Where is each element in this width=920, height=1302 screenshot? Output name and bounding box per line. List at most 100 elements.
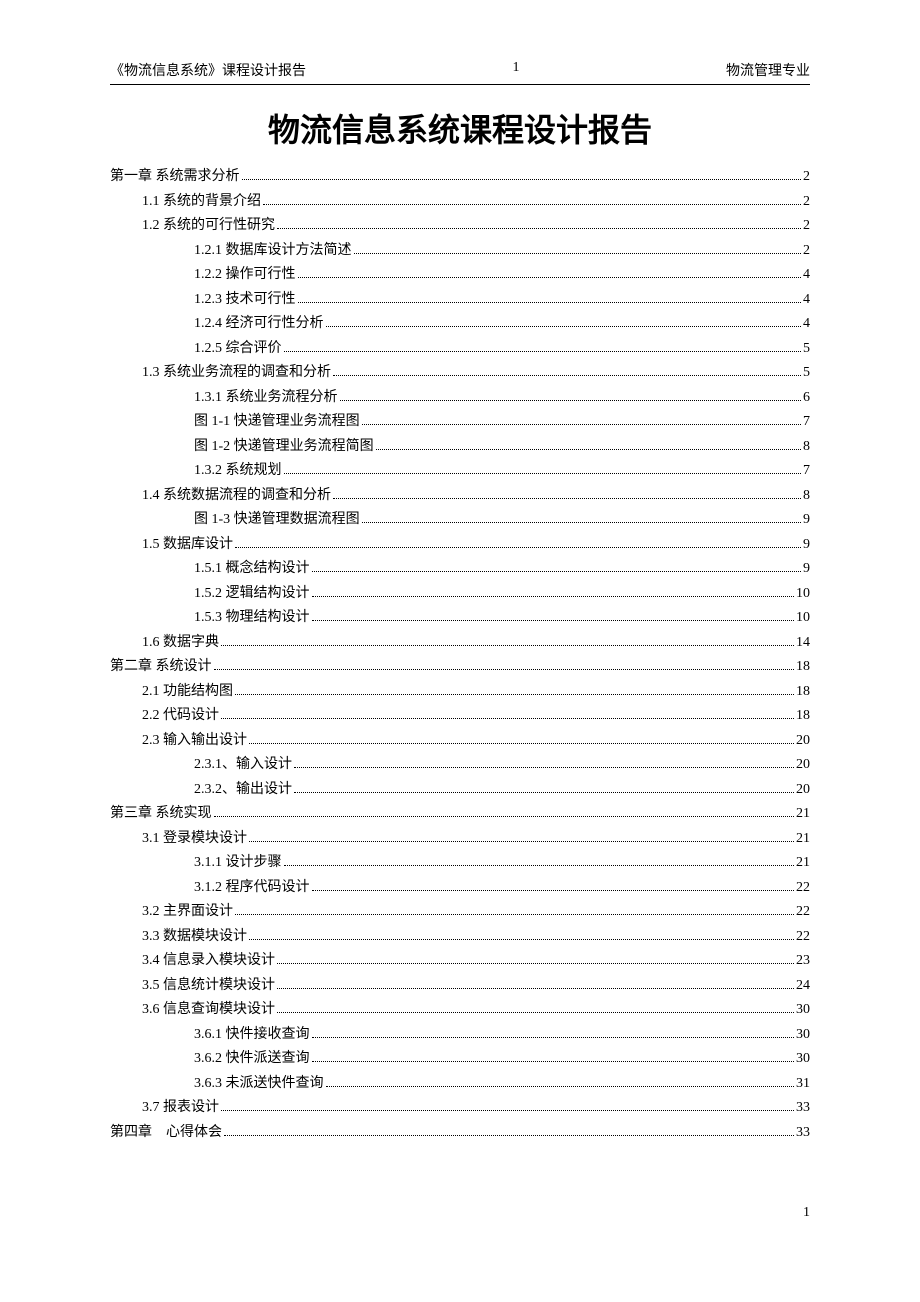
toc-leader-dots (214, 816, 795, 817)
toc-leader-dots (354, 253, 802, 254)
toc-entry-page: 22 (796, 925, 810, 950)
page-header: 《物流信息系统》课程设计报告 1 物流管理专业 (110, 60, 810, 85)
toc-leader-dots (242, 179, 802, 180)
toc-entry[interactable]: 图 1-1 快递管理业务流程图7 (110, 410, 810, 435)
toc-entry[interactable]: 1.2.4 经济可行性分析4 (110, 312, 810, 337)
toc-entry-page: 6 (803, 386, 810, 411)
toc-entry[interactable]: 1.1 系统的背景介绍2 (110, 190, 810, 215)
toc-entry[interactable]: 1.5.3 物理结构设计10 (110, 606, 810, 631)
toc-entry-page: 18 (796, 680, 810, 705)
toc-entry-page: 5 (803, 361, 810, 386)
toc-entry[interactable]: 1.3 系统业务流程的调查和分析5 (110, 361, 810, 386)
toc-entry-label: 图 1-2 快递管理业务流程简图 (194, 435, 374, 460)
toc-entry[interactable]: 3.6 信息查询模块设计30 (110, 998, 810, 1023)
toc-entry-page: 2 (803, 165, 810, 190)
toc-entry-label: 2.2 代码设计 (142, 704, 219, 729)
toc-entry-page: 21 (796, 827, 810, 852)
toc-entry-label: 3.1.2 程序代码设计 (194, 876, 310, 901)
toc-leader-dots (221, 1110, 794, 1111)
toc-entry-page: 10 (796, 606, 810, 631)
toc-leader-dots (326, 326, 802, 327)
toc-entry[interactable]: 3.1.1 设计步骤21 (110, 851, 810, 876)
toc-entry-page: 30 (796, 1047, 810, 1072)
toc-entry-page: 5 (803, 337, 810, 362)
toc-entry-label: 3.6.3 未派送快件查询 (194, 1072, 324, 1097)
toc-entry-page: 10 (796, 582, 810, 607)
footer-page-number: 1 (110, 1205, 810, 1221)
toc-entry-label: 图 1-1 快递管理业务流程图 (194, 410, 360, 435)
toc-leader-dots (249, 841, 794, 842)
toc-entry[interactable]: 第三章 系统实现21 (110, 802, 810, 827)
toc-leader-dots (298, 277, 802, 278)
toc-entry[interactable]: 2.2 代码设计18 (110, 704, 810, 729)
toc-leader-dots (235, 914, 794, 915)
toc-leader-dots (221, 718, 794, 719)
toc-entry[interactable]: 3.3 数据模块设计 22 (110, 925, 810, 950)
toc-entry-page: 22 (796, 876, 810, 901)
toc-entry[interactable]: 1.5.2 逻辑结构设计10 (110, 582, 810, 607)
toc-entry-label: 3.4 信息录入模块设计 (142, 949, 275, 974)
toc-leader-dots (284, 865, 795, 866)
toc-entry[interactable]: 1.2 系统的可行性研究2 (110, 214, 810, 239)
toc-entry[interactable]: 3.1 登录模块设计 21 (110, 827, 810, 852)
toc-entry-label: 1.2.3 技术可行性 (194, 288, 296, 313)
toc-entry-label: 3.2 主界面设计 (142, 900, 233, 925)
toc-entry[interactable]: 图 1-3 快递管理数据流程图9 (110, 508, 810, 533)
toc-entry[interactable]: 1.2.2 操作可行性4 (110, 263, 810, 288)
toc-entry-page: 24 (796, 974, 810, 999)
toc-entry-label: 1.2.2 操作可行性 (194, 263, 296, 288)
toc-entry[interactable]: 3.4 信息录入模块设计 23 (110, 949, 810, 974)
toc-entry[interactable]: 1.5 数据库设计9 (110, 533, 810, 558)
toc-entry[interactable]: 2.3.1、输入设计20 (110, 753, 810, 778)
toc-leader-dots (326, 1086, 795, 1087)
toc-entry[interactable]: 1.2.5 综合评价5 (110, 337, 810, 362)
toc-entry[interactable]: 1.4 系统数据流程的调查和分析8 (110, 484, 810, 509)
toc-entry-page: 33 (796, 1121, 810, 1146)
toc-entry[interactable]: 3.2 主界面设计 22 (110, 900, 810, 925)
toc-entry-label: 图 1-3 快递管理数据流程图 (194, 508, 360, 533)
toc-leader-dots (333, 375, 801, 376)
toc-entry[interactable]: 2.1 功能结构图 18 (110, 680, 810, 705)
toc-entry[interactable]: 图 1-2 快递管理业务流程简图8 (110, 435, 810, 460)
toc-entry[interactable]: 1.3.1 系统业务流程分析6 (110, 386, 810, 411)
toc-entry-label: 1.2.4 经济可行性分析 (194, 312, 324, 337)
toc-entry[interactable]: 3.6.3 未派送快件查询31 (110, 1072, 810, 1097)
toc-entry[interactable]: 3.1.2 程序代码设计 22 (110, 876, 810, 901)
toc-leader-dots (284, 351, 802, 352)
table-of-contents: 第一章 系统需求分析21.1 系统的背景介绍21.2 系统的可行性研究21.2.… (110, 165, 810, 1145)
toc-entry-label: 3.7 报表设计 (142, 1096, 219, 1121)
toc-entry[interactable]: 1.2.3 技术可行性4 (110, 288, 810, 313)
toc-entry-page: 22 (796, 900, 810, 925)
toc-entry[interactable]: 第四章 心得体会33 (110, 1121, 810, 1146)
toc-entry-page: 2 (803, 190, 810, 215)
toc-entry-label: 第三章 系统实现 (110, 802, 212, 827)
toc-entry-label: 2.1 功能结构图 (142, 680, 233, 705)
toc-entry[interactable]: 第一章 系统需求分析2 (110, 165, 810, 190)
toc-entry[interactable]: 1.3.2 系统规划7 (110, 459, 810, 484)
header-right: 物流管理专业 (726, 60, 810, 80)
toc-entry-page: 20 (796, 729, 810, 754)
toc-entry-label: 1.5 数据库设计 (142, 533, 233, 558)
toc-entry[interactable]: 1.5.1 概念结构设计 9 (110, 557, 810, 582)
toc-entry[interactable]: 3.6.1 快件接收查询 30 (110, 1023, 810, 1048)
toc-entry[interactable]: 3.6.2 快件派送查询30 (110, 1047, 810, 1072)
toc-leader-dots (362, 424, 801, 425)
toc-entry-page: 2 (803, 214, 810, 239)
toc-leader-dots (312, 1061, 795, 1062)
toc-entry-page: 9 (803, 557, 810, 582)
toc-entry-label: 1.5.1 概念结构设计 (194, 557, 310, 582)
toc-entry-label: 3.3 数据模块设计 (142, 925, 247, 950)
toc-entry[interactable]: 1.6 数据字典14 (110, 631, 810, 656)
toc-entry-label: 3.6.1 快件接收查询 (194, 1023, 310, 1048)
toc-entry[interactable]: 3.7 报表设计33 (110, 1096, 810, 1121)
toc-entry[interactable]: 1.2.1 数据库设计方法简述2 (110, 239, 810, 264)
toc-entry-page: 7 (803, 459, 810, 484)
toc-entry[interactable]: 2.3 输入输出设计20 (110, 729, 810, 754)
toc-entry-label: 1.4 系统数据流程的调查和分析 (142, 484, 331, 509)
toc-entry[interactable]: 3.5 信息统计模块设计24 (110, 974, 810, 999)
toc-entry[interactable]: 2.3.2、输出设计20 (110, 778, 810, 803)
toc-entry-page: 30 (796, 1023, 810, 1048)
toc-entry-label: 3.1 登录模块设计 (142, 827, 247, 852)
toc-entry[interactable]: 第二章 系统设计18 (110, 655, 810, 680)
toc-entry-page: 23 (796, 949, 810, 974)
